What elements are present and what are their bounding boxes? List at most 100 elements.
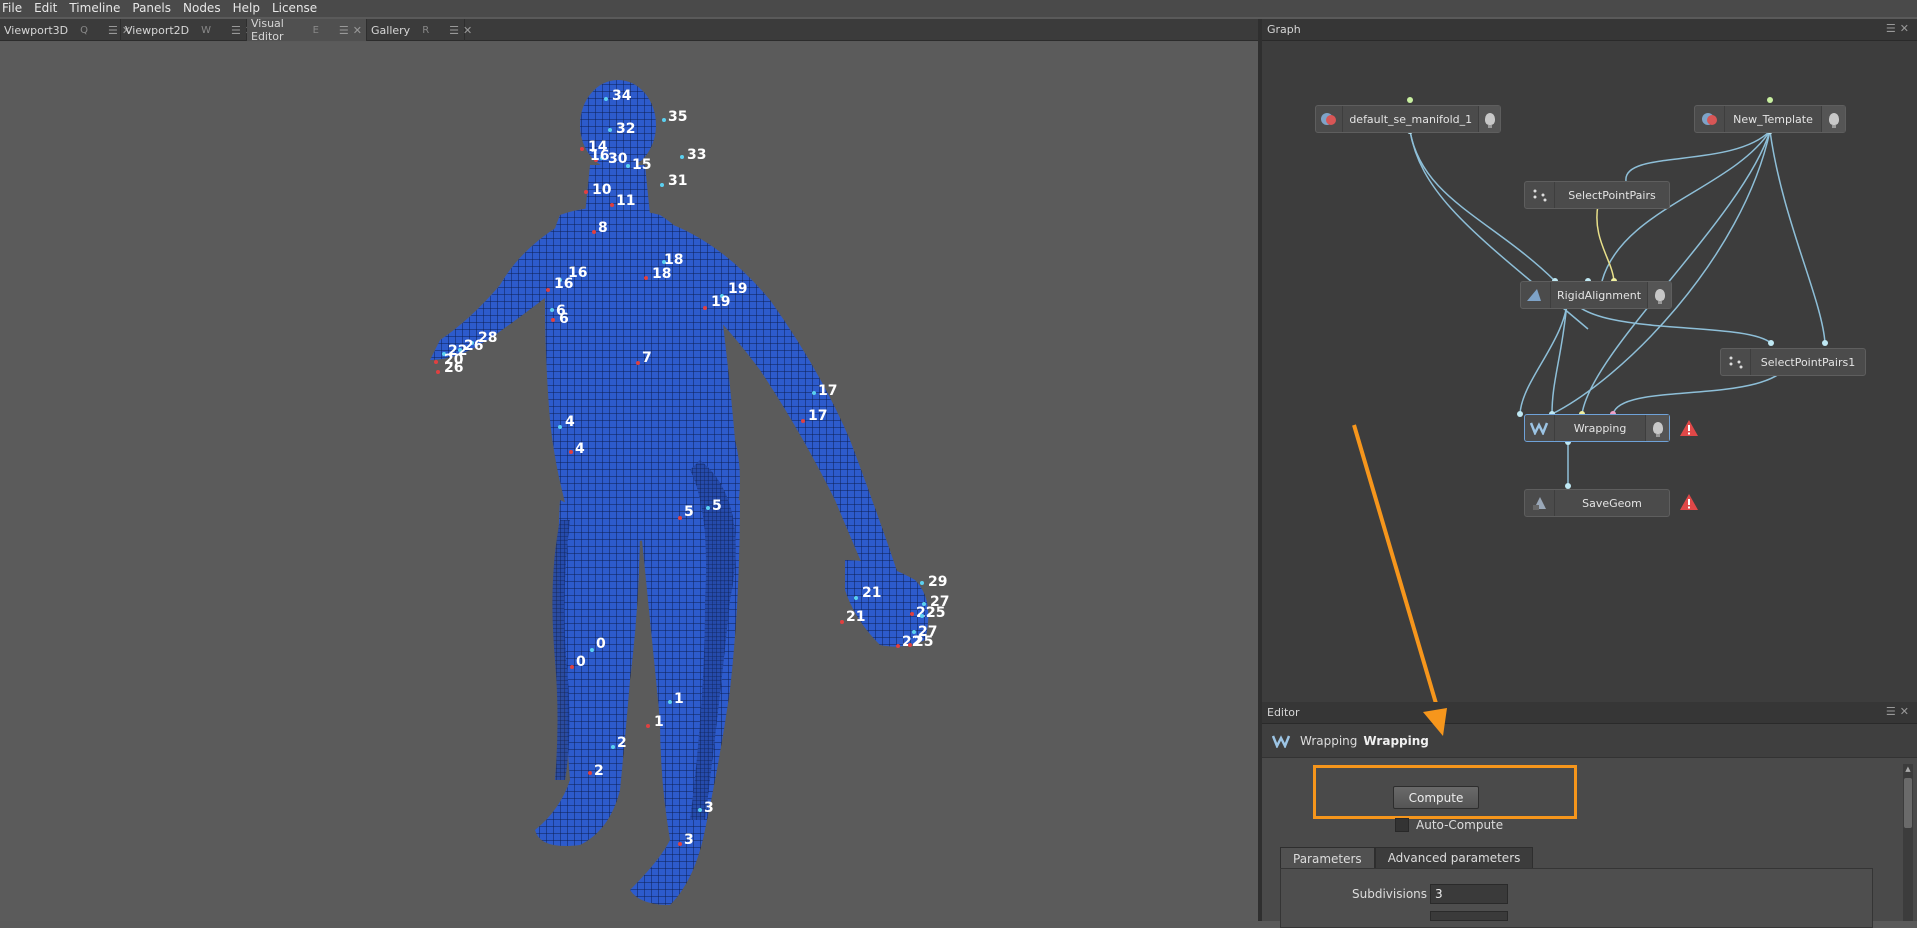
landmark-label: 3 xyxy=(704,800,714,816)
node-label: default_se_manifold_1 xyxy=(1349,112,1473,126)
visibility-bulb-icon[interactable] xyxy=(1478,106,1500,132)
geometry-node-icon xyxy=(1316,106,1344,132)
menu-license[interactable]: License xyxy=(266,0,323,17)
tab-visual-editor[interactable]: Visual Editor E ☰ ✕ xyxy=(247,17,367,43)
warning-icon xyxy=(1680,420,1698,436)
landmark-label: 35 xyxy=(668,109,687,125)
parameter-input[interactable] xyxy=(1430,911,1508,921)
tab-menu-icon[interactable]: ☰ xyxy=(108,24,118,37)
tab-shortcut: R xyxy=(422,24,430,36)
tab-label: Viewport2D xyxy=(125,23,190,37)
landmark-label: 17 xyxy=(818,383,837,399)
landmark-label: 16 xyxy=(590,148,609,164)
landmark-label: 31 xyxy=(668,173,687,189)
landmark-label: 18 xyxy=(652,266,671,282)
node-label: Wrapping xyxy=(1573,421,1627,435)
landmark-label: 2 xyxy=(617,735,627,751)
landmark-label: 5 xyxy=(684,504,694,520)
viewport-tab-bar: Viewport3D Q ☰ ✕ Viewport2D W ☰ ✕ Visual… xyxy=(0,17,1258,43)
landmark-label: 1 xyxy=(654,714,664,730)
landmark-label: 17 xyxy=(808,408,827,424)
tab-label: Visual Editor xyxy=(251,17,284,43)
node-label: New_Template xyxy=(1733,112,1813,126)
point-pairs-icon xyxy=(1721,349,1751,375)
landmark-label: 16 xyxy=(554,276,573,292)
node-select-point-pairs[interactable]: SelectPointPairs xyxy=(1524,181,1670,209)
node-wrapping[interactable]: Wrapping xyxy=(1524,414,1670,442)
tab-label: Viewport3D xyxy=(4,23,69,37)
node-select-point-pairs1[interactable]: SelectPointPairs1 xyxy=(1720,348,1866,376)
tab-shortcut: W xyxy=(201,24,212,36)
landmark-label: 29 xyxy=(928,574,947,590)
editor-panel-header: Editor ☰✕ xyxy=(1262,702,1917,724)
menu-nodes[interactable]: Nodes xyxy=(177,0,227,17)
visibility-bulb-icon[interactable] xyxy=(1645,415,1669,441)
landmark-label: 25 xyxy=(926,605,945,621)
scroll-up-icon[interactable]: ▲ xyxy=(1904,764,1912,774)
node-label: SelectPointPairs xyxy=(1568,188,1656,202)
landmark-label: 0 xyxy=(596,636,606,652)
node-new-template[interactable]: New_Template xyxy=(1694,105,1846,133)
tab-menu-icon[interactable]: ☰ xyxy=(231,24,241,37)
menu-timeline[interactable]: Timeline xyxy=(63,0,126,17)
node-default-se-manifold-1[interactable]: default_se_manifold_1 xyxy=(1315,105,1501,133)
landmark-label: 4 xyxy=(565,414,575,430)
tab-viewport3d[interactable]: Viewport3D Q ☰ ✕ xyxy=(0,19,131,41)
subdivisions-label: Subdivisions xyxy=(1352,887,1428,901)
auto-compute-label: Auto-Compute xyxy=(1416,818,1504,832)
landmark-label: 21 xyxy=(846,609,865,625)
landmark-label: 33 xyxy=(687,147,706,163)
landmark-label: 11 xyxy=(616,193,635,209)
tab-menu-icon[interactable]: ☰ xyxy=(449,24,459,37)
landmark-label: 25 xyxy=(914,634,933,650)
panel-controls[interactable]: ☰✕ xyxy=(1886,705,1913,718)
tab-parameters[interactable]: Parameters xyxy=(1280,847,1375,869)
editor-node-title: Wrapping Wrapping xyxy=(1262,724,1917,758)
tab-label: Gallery xyxy=(371,23,411,37)
close-icon[interactable]: ✕ xyxy=(353,24,362,37)
landmark-label: 2 xyxy=(594,763,604,779)
node-type: Wrapping xyxy=(1300,733,1358,748)
menu-panels[interactable]: Panels xyxy=(126,0,177,17)
viewport-3d[interactable]: 34 35 32 33 14 30 16 15 10 11 31 8 16 16… xyxy=(0,42,1258,921)
node-save-geom[interactable]: SaveGeom xyxy=(1524,489,1670,517)
node-label: SaveGeom xyxy=(1582,496,1642,510)
scroll-thumb[interactable] xyxy=(1904,778,1912,828)
menu-bar: File Edit Timeline Panels Nodes Help Lic… xyxy=(0,0,1917,17)
wrapping-icon xyxy=(1525,415,1555,441)
tab-gallery[interactable]: Gallery R ☰ ✕ xyxy=(367,19,472,41)
tab-menu-icon[interactable]: ☰ xyxy=(339,24,349,37)
editor-panel: Editor ☰✕ Wrapping Wrapping Compute Auto… xyxy=(1262,702,1917,928)
save-geometry-icon xyxy=(1525,490,1555,516)
human-mesh-render[interactable]: 34 35 32 33 14 30 16 15 10 11 31 8 16 16… xyxy=(0,42,1258,921)
landmark-label: 6 xyxy=(559,311,569,327)
landmark-label: 10 xyxy=(592,182,612,198)
close-icon[interactable]: ✕ xyxy=(463,24,472,37)
landmark-label: 19 xyxy=(728,281,747,297)
alignment-icon xyxy=(1521,282,1551,308)
menu-help[interactable]: Help xyxy=(227,0,266,17)
visibility-bulb-icon[interactable] xyxy=(1647,282,1671,308)
node-label: RigidAlignment xyxy=(1556,288,1642,302)
auto-compute-checkbox[interactable] xyxy=(1395,818,1409,832)
tab-shortcut: Q xyxy=(80,24,88,36)
warning-icon xyxy=(1680,494,1698,510)
tab-viewport2d[interactable]: Viewport2D W ☰ ✕ xyxy=(121,19,254,41)
node-rigid-alignment[interactable]: RigidAlignment xyxy=(1520,281,1672,309)
menu-edit[interactable]: Edit xyxy=(28,0,63,17)
landmark-label: 30 xyxy=(608,151,628,167)
tab-advanced-parameters[interactable]: Advanced parameters xyxy=(1374,847,1534,869)
panel-title: Editor xyxy=(1267,706,1300,719)
menu-file[interactable]: File xyxy=(0,0,28,17)
landmark-label: 7 xyxy=(642,350,652,366)
compute-button[interactable]: Compute xyxy=(1393,786,1479,809)
visibility-bulb-icon[interactable] xyxy=(1821,106,1845,132)
landmark-label: 15 xyxy=(632,157,651,173)
landmark-label: 0 xyxy=(576,654,586,670)
point-pairs-icon xyxy=(1525,182,1555,208)
node-label: SelectPointPairs1 xyxy=(1760,355,1856,369)
editor-scrollbar[interactable]: ▲ xyxy=(1903,764,1913,921)
annotation-arrowhead xyxy=(1423,708,1447,736)
subdivisions-input[interactable]: 3 xyxy=(1430,884,1508,904)
editor-tabs: Parameters Advanced parameters xyxy=(1280,847,1534,869)
